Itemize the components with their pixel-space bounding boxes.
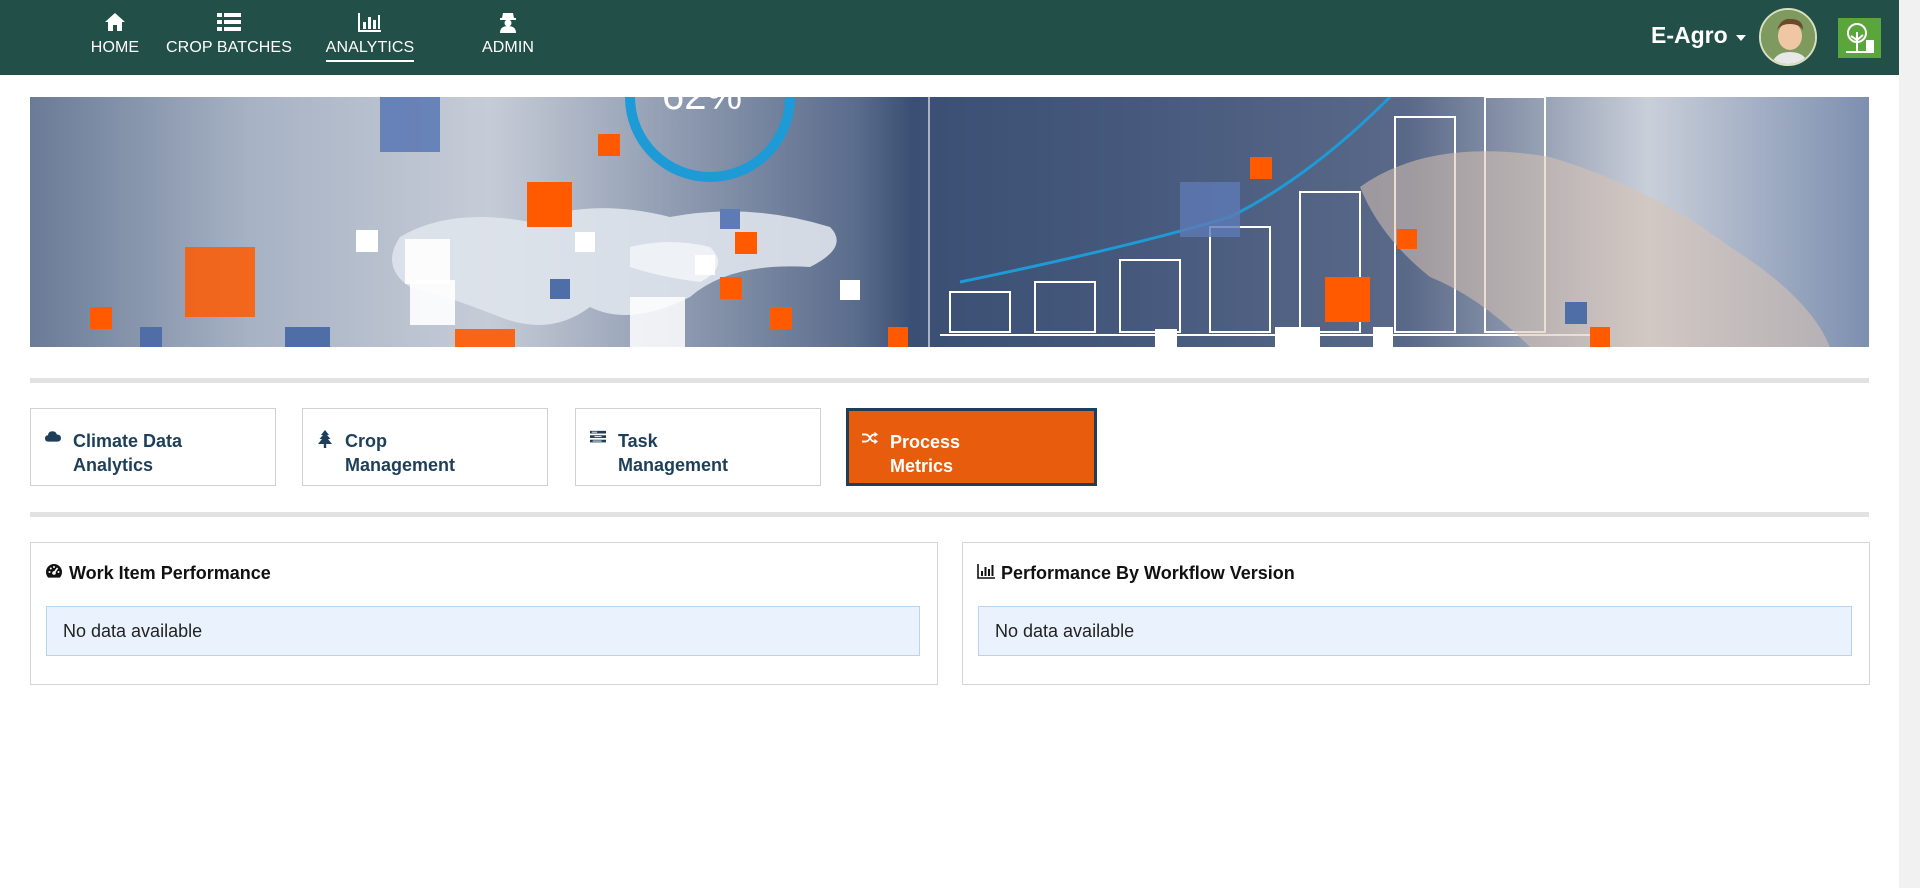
nav-analytics[interactable]: ANALYTICS — [320, 0, 420, 75]
tile-label: Climate Data Analytics — [73, 429, 182, 477]
tile-label-line2: Management — [345, 455, 456, 475]
page-scrollbar[interactable] — [1899, 0, 1920, 888]
company-logo[interactable] — [1838, 18, 1881, 58]
tile-label-line1: Crop — [345, 431, 387, 451]
panel-work-item-performance: Work Item Performance No data available — [30, 542, 938, 685]
tile-crop-management[interactable]: Crop Management — [302, 408, 548, 486]
tile-label: Task Management — [618, 429, 728, 477]
no-data-message: No data available — [978, 606, 1852, 656]
caret-down-icon — [1735, 34, 1746, 41]
nav-admin[interactable]: ADMIN — [458, 0, 558, 75]
top-navbar: HOME CROP BATCHES ANALYTICS ADMIN E-Agro — [0, 0, 1899, 75]
nav-crop-batches[interactable]: CROP BATCHES — [164, 0, 294, 75]
nav-home-label: HOME — [90, 39, 140, 56]
tile-label: Crop Management — [345, 429, 455, 477]
tile-label-line1: Process — [890, 432, 961, 452]
bar-chart-icon — [358, 11, 382, 33]
tile-label-line2: Management — [618, 455, 729, 475]
panel-title: Work Item Performance — [45, 563, 271, 584]
divider-top — [30, 378, 1869, 383]
random-icon — [862, 431, 878, 445]
panel-title-text: Performance By Workflow Version — [1001, 563, 1295, 583]
tasks-icon — [590, 430, 606, 445]
brand-name: E-Agro — [1651, 22, 1728, 48]
nav-home[interactable]: HOME — [60, 0, 170, 75]
no-data-message: No data available — [46, 606, 920, 656]
tree-icon — [317, 430, 333, 448]
brand-dropdown[interactable]: E-Agro — [1651, 22, 1746, 49]
panel-title-text: Work Item Performance — [69, 563, 271, 583]
tile-task-management[interactable]: Task Management — [575, 408, 821, 486]
nav-crop-batches-label: CROP BATCHES — [166, 39, 292, 56]
avatar[interactable] — [1759, 8, 1817, 66]
tile-process-metrics[interactable]: Process Metrics — [846, 408, 1097, 486]
tile-label: Process Metrics — [890, 430, 960, 478]
bar-chart-icon — [977, 563, 995, 584]
home-icon — [104, 11, 126, 33]
panel-title: Performance By Workflow Version — [977, 563, 1295, 584]
divider-bottom — [30, 512, 1869, 517]
tile-label-line2: Analytics — [73, 455, 154, 475]
nav-analytics-label: ANALYTICS — [325, 39, 415, 62]
tile-label-line1: Climate Data — [73, 431, 183, 451]
user-secret-icon — [498, 11, 518, 33]
tile-label-line1: Task — [618, 431, 658, 451]
analytics-banner-image: 62% — [30, 97, 1869, 347]
banner-percent-text: 62% — [662, 97, 742, 118]
tile-climate-data-analytics[interactable]: Climate Data Analytics — [30, 408, 276, 486]
list-icon — [217, 11, 241, 33]
tile-label-line2: Metrics — [890, 456, 954, 476]
panel-performance-by-workflow-version: Performance By Workflow Version No data … — [962, 542, 1870, 685]
dashboard-icon — [45, 563, 63, 584]
nav-admin-label: ADMIN — [481, 39, 535, 56]
cloud-icon — [45, 430, 61, 442]
